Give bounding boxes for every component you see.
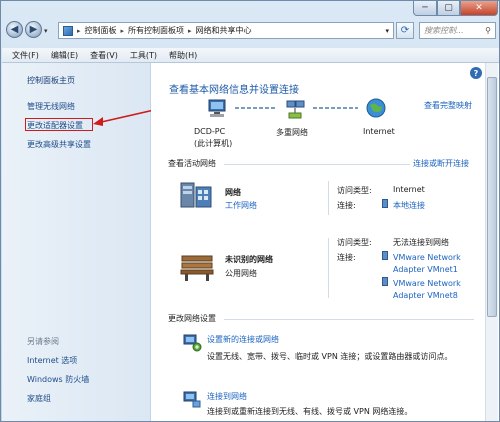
window: ◀ ▶ ▾ ▸ 控制面板 ▸ 所有控制面板项 ▸ 网络和共享中心 ▾ ⟳ 搜索控… bbox=[0, 0, 500, 422]
minimize-button[interactable]: ─ bbox=[413, 1, 437, 16]
work-network-icon bbox=[180, 182, 212, 208]
divider bbox=[224, 319, 474, 320]
maximize-button[interactable]: ▢ bbox=[437, 1, 460, 16]
address-row: ◀ ▶ ▾ ▸ 控制面板 ▸ 所有控制面板项 ▸ 网络和共享中心 ▾ ⟳ 搜索控… bbox=[1, 1, 500, 45]
connect-network-link[interactable]: 连接到网络 bbox=[207, 391, 247, 402]
full-map-link[interactable]: 查看完整映射 bbox=[424, 100, 472, 111]
refresh-button[interactable]: ⟳ bbox=[396, 22, 414, 39]
access-type-label: 访问类型: bbox=[337, 186, 372, 195]
sidebar-item-advanced-sharing[interactable]: 更改高级共享设置 bbox=[27, 139, 91, 150]
sidebar-home-link[interactable]: 控制面板主页 bbox=[27, 75, 75, 86]
search-icon: ⚲ bbox=[485, 26, 491, 35]
minimize-icon: ─ bbox=[422, 3, 428, 13]
menu-edit[interactable]: 编辑(E) bbox=[51, 50, 78, 61]
new-connection-icon bbox=[183, 334, 202, 352]
connect-network-icon bbox=[183, 391, 201, 408]
page-title: 查看基本网络信息并设置连接 bbox=[169, 85, 299, 96]
maximize-icon: ▢ bbox=[444, 3, 453, 13]
vertical-scrollbar[interactable] bbox=[485, 63, 498, 421]
access-type-label: 访问类型: bbox=[337, 238, 372, 247]
see-also-firewall[interactable]: Windows 防火墙 bbox=[27, 374, 89, 385]
connection-link-vmnet1[interactable]: VMware Network Adapter VMnet1 bbox=[393, 252, 477, 276]
history-dropdown-icon[interactable]: ▾ bbox=[44, 27, 48, 35]
menu-file[interactable]: 文件(F) bbox=[12, 50, 39, 61]
breadcrumb-item[interactable]: 控制面板 bbox=[85, 25, 117, 36]
internet-label: Internet bbox=[363, 127, 395, 136]
search-placeholder: 搜索控制... bbox=[424, 26, 464, 35]
menu-help[interactable]: 帮助(H) bbox=[169, 50, 197, 61]
divider bbox=[224, 164, 410, 165]
arrow-right-icon: ▶ bbox=[29, 24, 38, 35]
network-adapter-icon bbox=[382, 251, 388, 260]
connect-network-desc: 连接到或重新连接到无线、有线、拨号或 VPN 网络连接。 bbox=[207, 407, 413, 416]
network-adapter-icon bbox=[382, 199, 388, 208]
breadcrumb-item[interactable]: 网络和共享中心 bbox=[196, 25, 252, 36]
map-connector bbox=[313, 107, 358, 109]
map-connector bbox=[235, 107, 275, 109]
network-type: 公用网络 bbox=[225, 269, 257, 278]
divider-vertical bbox=[328, 238, 329, 298]
globe-icon bbox=[366, 98, 386, 118]
close-button[interactable]: ✕ bbox=[460, 1, 498, 16]
setup-connection-link[interactable]: 设置新的连接或网络 bbox=[207, 334, 279, 345]
breadcrumb-item[interactable]: 所有控制面板项 bbox=[128, 25, 184, 36]
breadcrumb-separator-icon: ▸ bbox=[120, 26, 125, 35]
annotation-highlight-box bbox=[25, 118, 93, 131]
access-type-value: Internet bbox=[393, 185, 425, 194]
control-panel-icon bbox=[63, 25, 73, 36]
back-button[interactable]: ◀ bbox=[6, 21, 23, 38]
forward-button[interactable]: ▶ bbox=[25, 21, 42, 38]
computer-icon bbox=[208, 99, 226, 117]
sidebar-item-manage-wireless[interactable]: 管理无线网络 bbox=[27, 101, 75, 112]
connection-link-vmnet8[interactable]: VMware Network Adapter VMnet8 bbox=[393, 278, 477, 302]
address-dropdown-icon[interactable]: ▾ bbox=[385, 27, 389, 35]
help-icon[interactable]: ? bbox=[470, 67, 482, 79]
pc-name: DCD-PC bbox=[194, 127, 226, 136]
see-also-heading: 另请参阅 bbox=[27, 337, 59, 346]
network-name: 未识别的网络 bbox=[225, 255, 273, 264]
refresh-icon: ⟳ bbox=[400, 25, 410, 36]
setup-connection-desc: 设置无线、宽带、拨号、临时或 VPN 连接；或设置路由器或访问点。 bbox=[207, 352, 453, 361]
multiple-networks-icon bbox=[286, 100, 305, 119]
scrollbar-thumb[interactable] bbox=[487, 77, 497, 317]
see-also-internet-options[interactable]: Internet 选项 bbox=[27, 355, 77, 366]
connection-label: 连接: bbox=[337, 201, 356, 210]
multi-network-label: 多重网络 bbox=[276, 128, 308, 137]
connection-link[interactable]: 本地连接 bbox=[393, 200, 425, 211]
menu-bar: 文件(F) 编辑(E) 查看(V) 工具(T) 帮助(H) bbox=[2, 48, 499, 63]
change-settings-heading: 更改网络设置 bbox=[168, 314, 216, 323]
close-icon: ✕ bbox=[475, 3, 483, 13]
active-networks-heading: 查看活动网络 bbox=[168, 159, 216, 168]
divider-vertical bbox=[328, 181, 329, 215]
breadcrumb-separator-icon: ▸ bbox=[188, 26, 192, 35]
connect-disconnect-link[interactable]: 连接或断开连接 bbox=[413, 158, 469, 169]
access-type-value: 无法连接到网络 bbox=[393, 238, 449, 247]
network-adapter-icon bbox=[382, 277, 388, 286]
menu-view[interactable]: 查看(V) bbox=[90, 50, 118, 61]
connection-label: 连接: bbox=[337, 253, 356, 262]
arrow-left-icon: ◀ bbox=[10, 24, 19, 35]
network-name: 网络 bbox=[225, 188, 241, 197]
pc-sub: (此计算机) bbox=[194, 139, 233, 148]
search-input[interactable]: 搜索控制... ⚲ bbox=[419, 22, 496, 39]
address-bar[interactable]: ▸ 控制面板 ▸ 所有控制面板项 ▸ 网络和共享中心 ▾ bbox=[58, 22, 394, 39]
network-type-link[interactable]: 工作网络 bbox=[225, 200, 257, 211]
see-also-homegroup[interactable]: 家庭组 bbox=[27, 393, 51, 404]
menu-tools[interactable]: 工具(T) bbox=[130, 50, 157, 61]
breadcrumb-separator-icon: ▸ bbox=[77, 26, 81, 35]
park-bench-icon bbox=[180, 255, 214, 281]
